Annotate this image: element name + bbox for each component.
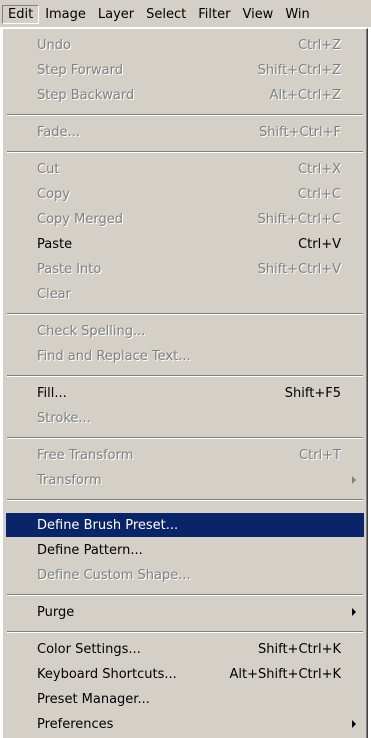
menu-item-fade[interactable]: Fade... Shift+Ctrl+F	[6, 120, 364, 144]
menu-item-preferences[interactable]: Preferences	[6, 712, 364, 736]
menu-filter[interactable]: Filter	[192, 5, 236, 24]
menu-item-transform[interactable]: Transform	[6, 468, 364, 492]
menu-item-clear[interactable]: Clear	[6, 282, 364, 306]
menu-item-define-custom-shape[interactable]: Define Custom Shape...	[6, 563, 364, 587]
menu-item-label: Find and Replace Text...	[37, 348, 191, 364]
menu-bar: Edit Image Layer Select Filter View Win	[0, 0, 371, 27]
menu-item-cut[interactable]: Cut Ctrl+X	[6, 157, 364, 181]
menu-item-paste-into[interactable]: Paste Into Shift+Ctrl+V	[6, 257, 364, 281]
menu-item-stroke[interactable]: Stroke...	[6, 406, 364, 430]
menu-item-label: Clear	[37, 286, 71, 302]
menu-layer[interactable]: Layer	[92, 5, 140, 24]
menu-item-keyboard-shortcuts[interactable]: Keyboard Shortcuts... Alt+Shift+Ctrl+K	[6, 662, 364, 686]
menu-item-preset-manager[interactable]: Preset Manager...	[6, 687, 364, 711]
menu-window[interactable]: Win	[279, 5, 315, 24]
menu-separator	[7, 151, 363, 153]
menu-item-define-pattern[interactable]: Define Pattern...	[6, 538, 364, 562]
menu-separator	[7, 594, 363, 596]
submenu-arrow-icon	[352, 608, 356, 616]
menu-item-shortcut: Ctrl+X	[298, 161, 341, 177]
menu-item-shortcut: Shift+Ctrl+V	[257, 261, 341, 277]
menu-item-label: Paste	[37, 236, 73, 252]
menu-item-undo[interactable]: Undo Ctrl+Z	[6, 33, 364, 57]
menu-item-shortcut: Ctrl+V	[298, 236, 341, 252]
menu-item-label: Purge	[37, 604, 75, 620]
menu-item-shortcut: Shift+Ctrl+C	[257, 211, 341, 227]
menu-item-free-transform[interactable]: Free Transform Ctrl+T	[6, 443, 364, 467]
menu-separator	[7, 437, 363, 439]
menu-item-copy-merged[interactable]: Copy Merged Shift+Ctrl+C	[6, 207, 364, 231]
menu-item-label: Define Brush Preset...	[37, 517, 179, 533]
menu-shadow	[366, 29, 367, 738]
menu-item-label: Free Transform	[37, 447, 134, 463]
menu-item-shortcut: Shift+Ctrl+K	[258, 641, 341, 657]
menu-item-label: Color Settings...	[37, 641, 141, 657]
menu-item-label: Copy	[37, 186, 70, 202]
menu-item-copy[interactable]: Copy Ctrl+C	[6, 182, 364, 206]
menu-item-label: Define Pattern...	[37, 542, 143, 558]
menu-item-label: Check Spelling...	[37, 323, 146, 339]
menu-item-label: Fill...	[37, 385, 67, 401]
submenu-arrow-icon	[352, 476, 356, 484]
menu-item-label: Fade...	[37, 124, 80, 140]
menu-item-shortcut: Shift+Ctrl+Z	[257, 62, 341, 78]
edit-menu-dropdown: Undo Ctrl+Z Step Forward Shift+Ctrl+Z St…	[2, 28, 368, 738]
menu-item-paste[interactable]: Paste Ctrl+V	[6, 232, 364, 256]
menu-item-label: Preset Manager...	[37, 691, 150, 707]
submenu-arrow-icon	[352, 720, 356, 728]
menu-item-label: Stroke...	[37, 410, 91, 426]
menu-item-label: Keyboard Shortcuts...	[37, 666, 177, 682]
menu-image[interactable]: Image	[39, 5, 92, 24]
menu-item-label: Copy Merged	[37, 211, 123, 227]
menu-separator	[7, 114, 363, 116]
menu-item-label: Step Forward	[37, 62, 124, 78]
menu-item-label: Define Custom Shape...	[37, 567, 191, 583]
menu-item-label: Preferences	[37, 716, 114, 732]
menu-item-label: Cut	[37, 161, 60, 177]
menu-item-check-spelling[interactable]: Check Spelling...	[6, 319, 364, 343]
menu-item-color-settings[interactable]: Color Settings... Shift+Ctrl+K	[6, 637, 364, 661]
menu-item-label: Step Backward	[37, 87, 135, 103]
menu-item-label: Undo	[37, 37, 71, 53]
menu-edit[interactable]: Edit	[2, 5, 40, 24]
menu-item-label: Transform	[37, 472, 102, 488]
menu-item-step-backward[interactable]: Step Backward Alt+Ctrl+Z	[6, 83, 364, 107]
menu-view[interactable]: View	[236, 5, 279, 24]
menu-item-shortcut: Alt+Ctrl+Z	[269, 87, 341, 103]
menu-item-fill[interactable]: Fill... Shift+F5	[6, 381, 364, 405]
menu-item-shortcut: Ctrl+T	[299, 447, 341, 463]
menu-item-label: Paste Into	[37, 261, 102, 277]
menu-item-shortcut: Shift+Ctrl+F	[259, 124, 341, 140]
menu-item-shortcut: Shift+F5	[284, 385, 341, 401]
menu-item-purge[interactable]: Purge	[6, 600, 364, 624]
menu-item-shortcut: Ctrl+C	[297, 186, 341, 202]
menu-select[interactable]: Select	[140, 5, 192, 24]
menu-separator	[7, 499, 363, 501]
menu-separator	[7, 313, 363, 315]
menu-separator	[7, 631, 363, 633]
menu-item-shortcut: Ctrl+Z	[298, 37, 341, 53]
menu-separator	[7, 375, 363, 377]
menu-item-define-brush-preset[interactable]: Define Brush Preset...	[6, 513, 364, 537]
menu-item-step-forward[interactable]: Step Forward Shift+Ctrl+Z	[6, 58, 364, 82]
menu-item-find-replace[interactable]: Find and Replace Text...	[6, 344, 364, 368]
menu-item-shortcut: Alt+Shift+Ctrl+K	[229, 666, 341, 682]
